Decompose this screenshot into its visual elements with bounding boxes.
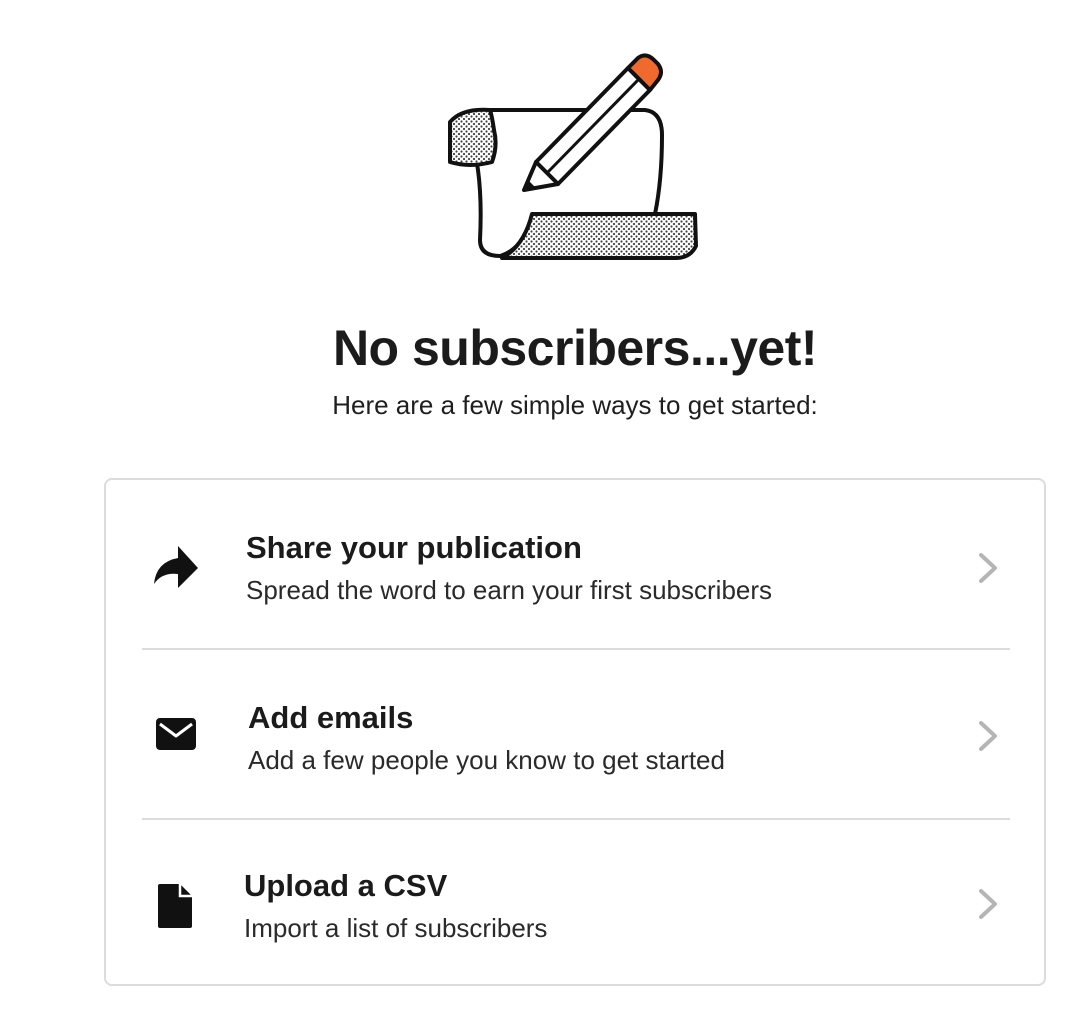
share-publication-option[interactable]: Share your publication Spread the word t… — [106, 480, 1044, 648]
share-arrow-icon — [148, 538, 204, 594]
add-emails-option[interactable]: Add emails Add a few people you know to … — [106, 650, 1044, 818]
chevron-right-icon — [976, 886, 1000, 922]
envelope-icon — [148, 706, 204, 762]
option-label: Upload a CSV — [244, 868, 448, 903]
empty-state-subtitle: Here are a few simple ways to get starte… — [332, 390, 818, 420]
chevron-right-icon — [976, 550, 1000, 586]
option-label: Add emails — [248, 700, 414, 735]
empty-state-page: No subscribers...yet! Here are a few sim… — [0, 0, 1092, 1032]
option-label: Share your publication — [246, 530, 582, 565]
option-description: Import a list of subscribers — [244, 913, 548, 943]
option-description: Spread the word to earn your first subsc… — [246, 575, 773, 605]
upload-csv-option[interactable]: Upload a CSV Import a list of subscriber… — [106, 820, 1044, 988]
file-icon — [146, 878, 202, 934]
scroll-and-pencil-illustration — [440, 50, 710, 270]
option-description: Add a few people you know to get started — [248, 745, 725, 775]
chevron-right-icon — [976, 718, 1000, 754]
share-publication-text: Share your publication Spread the word t… — [246, 528, 772, 608]
upload-csv-text: Upload a CSV Import a list of subscriber… — [244, 866, 547, 946]
add-emails-text: Add emails Add a few people you know to … — [248, 698, 725, 778]
empty-state-title: No subscribers...yet! — [332, 320, 818, 376]
get-started-options-card: Share your publication Spread the word t… — [104, 478, 1046, 986]
